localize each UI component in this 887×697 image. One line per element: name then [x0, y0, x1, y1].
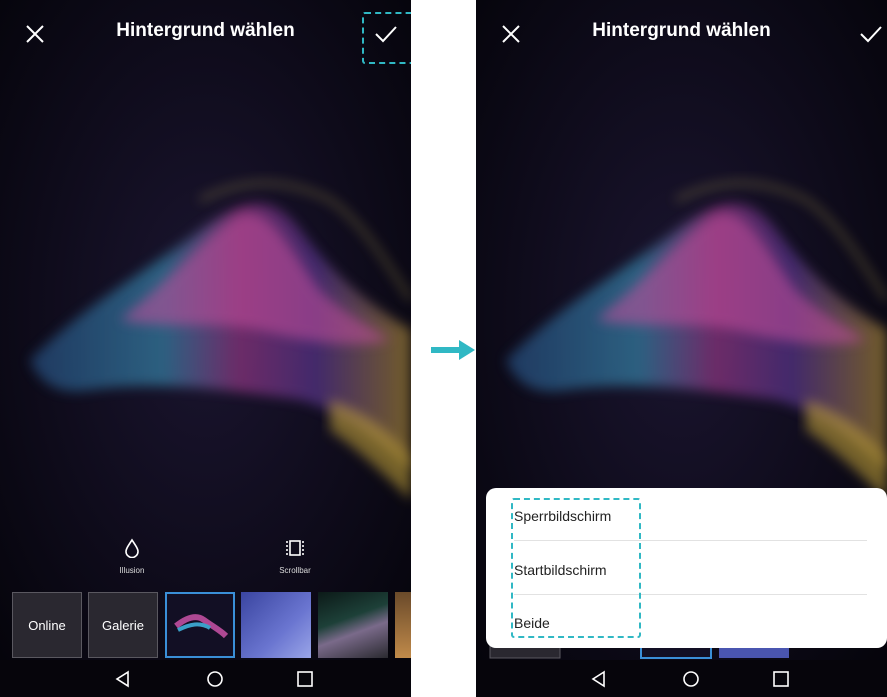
navigation-bar: [476, 660, 887, 697]
confirm-highlight-box: [362, 12, 411, 64]
phone-screen-left: Hintergrund wählen Illusion Scrollbar On…: [0, 0, 411, 697]
scroll-frame-icon: [286, 540, 304, 556]
recents-icon[interactable]: [295, 669, 315, 689]
drop-icon: [125, 538, 139, 559]
home-icon[interactable]: [681, 669, 701, 689]
back-icon[interactable]: [113, 669, 133, 689]
recents-icon[interactable]: [771, 669, 791, 689]
thumb-wallpaper[interactable]: [395, 592, 411, 658]
top-bar: Hintergrund wählen: [476, 0, 887, 66]
thumbnail-strip: Online Galerie: [0, 590, 411, 660]
tool-label: Scrollbar: [279, 566, 311, 575]
top-bar: Hintergrund wählen: [0, 0, 411, 66]
tool-label: Illusion: [119, 566, 145, 575]
check-icon[interactable]: [853, 16, 887, 52]
thumb-wallpaper-selected[interactable]: [165, 592, 235, 658]
back-icon[interactable]: [589, 669, 609, 689]
page-title: Hintergrund wählen: [592, 20, 771, 41]
thumb-wallpaper[interactable]: [241, 592, 311, 658]
tool-scrollbar[interactable]: Scrollbar: [255, 538, 335, 575]
tool-illusion[interactable]: Illusion: [92, 538, 172, 575]
thumb-online[interactable]: Online: [12, 592, 82, 658]
home-icon[interactable]: [205, 669, 225, 689]
page-title: Hintergrund wählen: [116, 20, 295, 41]
options-highlight-box: [511, 498, 641, 638]
set-wallpaper-sheet: Sperrbildschirm Startbildschirm Beide: [486, 488, 887, 648]
thumb-galerie[interactable]: Galerie: [88, 592, 158, 658]
thumb-wallpaper[interactable]: [318, 592, 388, 658]
phone-screen-right: Hintergrund wählen Sperrbildschirm Start…: [476, 0, 887, 697]
transition-arrow-icon: [431, 340, 475, 360]
navigation-bar: [0, 660, 411, 697]
